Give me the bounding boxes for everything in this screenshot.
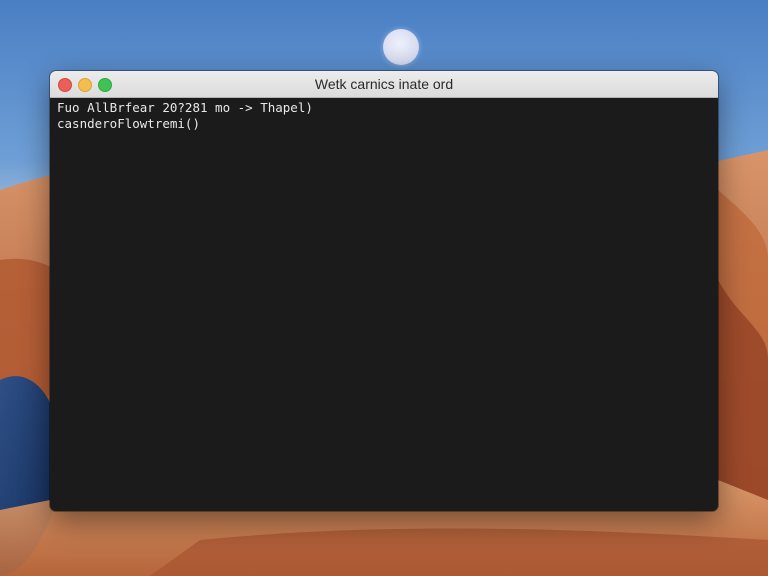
terminal-line: casnderoFlowtremi() xyxy=(57,116,200,131)
window-title: Wetk carnics inate ord xyxy=(314,76,454,92)
terminal-output[interactable]: Fuo AllBrfear 20?281 mo -> Thapel) casnd… xyxy=(50,98,718,511)
title-bar[interactable]: Wetk carnics inate ord xyxy=(50,71,718,98)
terminal-window[interactable]: Wetk carnics inate ord Fuo AllBrfear 20?… xyxy=(50,71,718,511)
terminal-line: Fuo AllBrfear 20?281 mo -> Thapel) xyxy=(57,100,313,115)
moon xyxy=(383,29,419,65)
